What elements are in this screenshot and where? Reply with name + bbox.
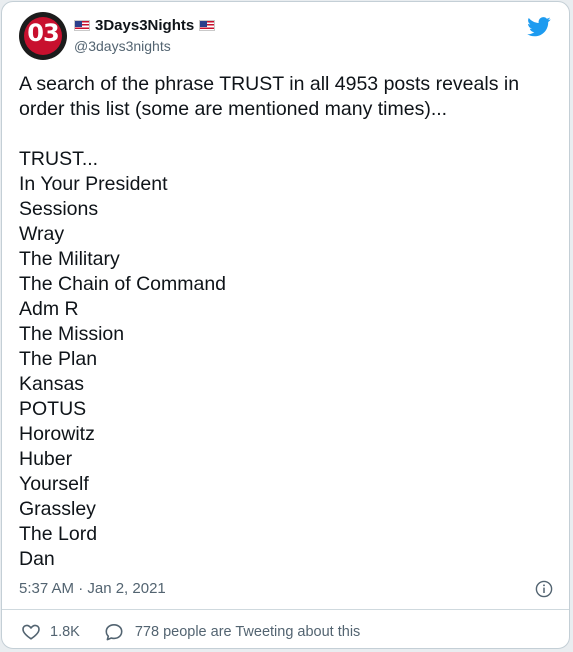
like-count[interactable]: 1.8K — [50, 624, 80, 640]
author-handle[interactable]: @3days3nights — [74, 38, 171, 54]
us-flag-icon — [199, 19, 216, 31]
list-item: The Mission — [19, 323, 125, 345]
list-item: Sessions — [19, 198, 99, 220]
twitter-bird-icon[interactable] — [527, 17, 551, 37]
tweet-body: A search of the phrase TRUST in all 4953… — [19, 72, 559, 572]
tweet-intro: A search of the phrase TRUST in all 4953… — [19, 73, 520, 120]
list-item: Adm R — [19, 298, 79, 320]
list-item: Huber — [19, 448, 73, 470]
us-flag-icon — [74, 19, 90, 31]
list-item: Grassley — [19, 498, 96, 520]
list-item: The Lord — [19, 523, 98, 545]
list-item: Yourself — [19, 473, 89, 495]
list-item: POTUS — [19, 398, 87, 420]
reply-bubble-icon — [105, 624, 123, 641]
author-display-name[interactable]: 3Days3Nights — [95, 17, 194, 34]
list-item: The Military — [19, 248, 120, 270]
divider — [2, 609, 569, 610]
list-item: Horowitz — [19, 423, 95, 445]
heart-icon[interactable] — [21, 622, 41, 642]
tweet-card: 03 3Days3Nights @3days3nights A search o… — [1, 1, 570, 649]
list-item: In Your President — [19, 173, 168, 195]
list-item: Dan — [19, 548, 55, 570]
action-bar: 1.8K 778 people are Tweeting about this — [21, 622, 360, 642]
list-item: TRUST... — [19, 148, 99, 170]
avatar[interactable]: 03 — [19, 12, 67, 60]
list-item: Wray — [19, 223, 65, 245]
avatar-text: 03 — [27, 19, 59, 47]
list-item: Kansas — [19, 373, 85, 395]
reply-label: 778 people are Tweeting about this — [134, 624, 361, 640]
list-item: The Plan — [19, 348, 98, 370]
tweet-timestamp[interactable]: 5:37 AM · Jan 2, 2021 — [19, 580, 166, 597]
info-icon[interactable] — [535, 580, 553, 598]
reply-button[interactable]: 778 people are Tweeting about this — [104, 622, 360, 642]
author-name-row[interactable]: 3Days3Nights — [74, 15, 216, 35]
list-item: The Chain of Command — [19, 273, 227, 295]
